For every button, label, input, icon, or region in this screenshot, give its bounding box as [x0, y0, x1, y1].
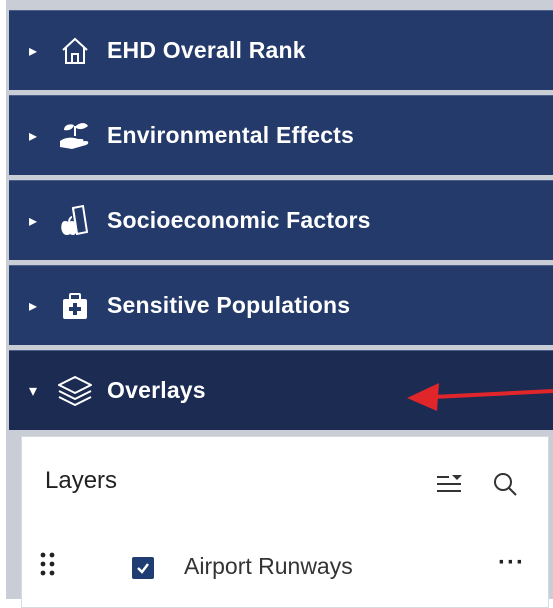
more-options-button[interactable]: ··· — [498, 549, 525, 577]
panel-label: EHD Overall Rank — [107, 37, 306, 63]
annotation-arrow-icon — [407, 383, 553, 411]
apple-book-icon — [55, 203, 95, 239]
filter-sort-icon[interactable] — [432, 467, 466, 501]
panel-sensitive-populations[interactable]: ▸ Sensitive Populations — [9, 265, 553, 345]
drag-handle-icon[interactable] — [38, 549, 58, 579]
checkmark-icon — [137, 563, 149, 574]
panel-environmental-effects[interactable]: ▸ Environmental Effects — [9, 95, 553, 175]
layers-icon — [55, 373, 95, 409]
medkit-icon — [55, 288, 95, 324]
expand-caret-icon: ▸ — [29, 127, 38, 145]
list-item[interactable]: Airport Runways ··· — [22, 541, 548, 591]
panel-socioeconomic-factors[interactable]: ▸ Socioeconomic Factors — [9, 180, 553, 260]
panel-label: Environmental Effects — [107, 122, 355, 148]
plant-hand-icon — [55, 118, 95, 154]
home-icon — [55, 33, 95, 69]
layer-visibility-checkbox[interactable] — [132, 557, 154, 579]
expand-caret-icon: ▸ — [29, 212, 38, 230]
search-icon[interactable] — [488, 467, 522, 501]
layer-name: Airport Runways — [184, 553, 353, 579]
layers-panel: Layers Airport Runways ··· — [21, 436, 549, 608]
panel-label: Socioeconomic Factors — [107, 207, 371, 233]
frame-border — [0, 0, 6, 599]
expand-caret-icon: ▸ — [29, 42, 38, 60]
panel-ehd-overall-rank[interactable]: ▸ EHD Overall Rank — [9, 10, 553, 90]
collapse-caret-icon: ▾ — [29, 382, 38, 400]
panel-label: Sensitive Populations — [107, 292, 351, 318]
panel-label: Overlays — [107, 377, 206, 403]
layers-title: Layers — [45, 467, 118, 494]
expand-caret-icon: ▸ — [29, 297, 38, 315]
